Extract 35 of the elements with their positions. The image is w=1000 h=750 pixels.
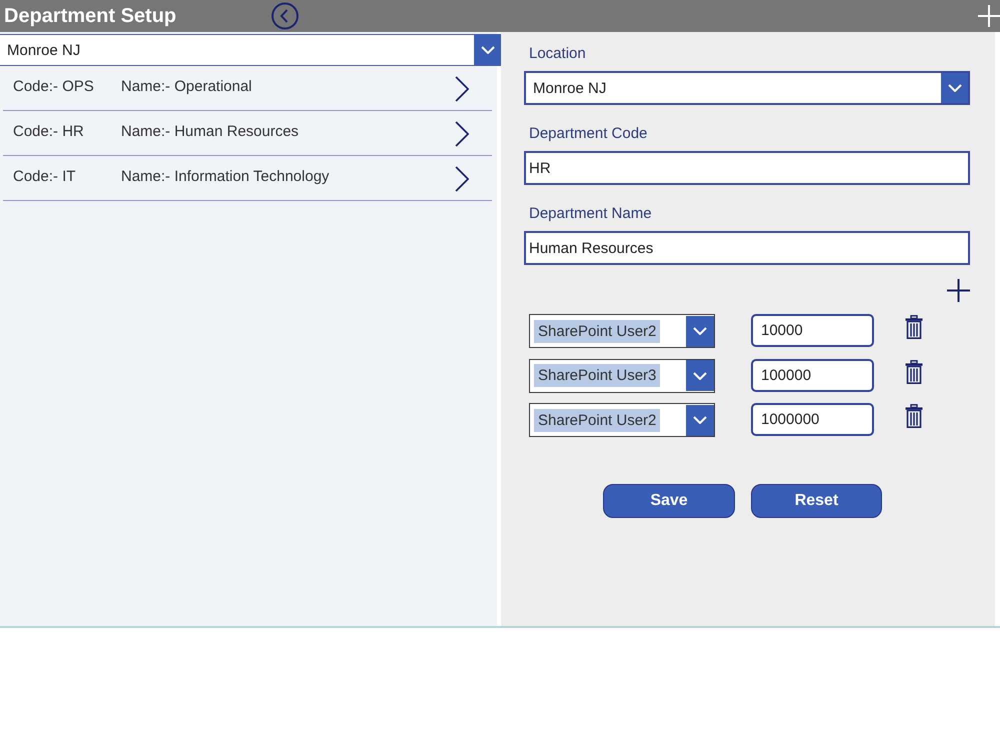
- field-label: Location: [528, 45, 587, 63]
- department-code-field[interactable]: HR: [524, 151, 970, 185]
- chevron-right-icon[interactable]: [455, 166, 469, 192]
- user-dropdown[interactable]: SharePoint User2: [529, 314, 715, 348]
- amount-field[interactable]: 10000: [751, 314, 874, 347]
- location-dropdown[interactable]: Monroe NJ: [524, 71, 970, 105]
- amount-field[interactable]: 100000: [751, 358, 874, 392]
- location-dropdown[interactable]: Monroe NJ: [0, 34, 501, 66]
- chevron-down-icon[interactable]: [686, 316, 714, 346]
- department-code-text: Code:- IT: [12, 168, 77, 185]
- department-name-text: Name:- Human Resources: [121, 123, 300, 140]
- chevron-down-icon[interactable]: [941, 73, 968, 103]
- trash-icon[interactable]: [905, 315, 923, 339]
- amount-field[interactable]: 1000000: [751, 403, 874, 436]
- department-code-text: Code:- OPS: [12, 78, 95, 95]
- field-label: Department Name: [528, 205, 653, 223]
- user-dropdown[interactable]: SharePoint User2: [529, 403, 715, 437]
- department-code-text: Code:- HR: [12, 123, 85, 140]
- department-name-text: Name:- Information Technology: [121, 168, 330, 185]
- chevron-down-icon[interactable]: [686, 360, 714, 391]
- user-dropdown[interactable]: SharePoint User3: [529, 358, 715, 392]
- save-button[interactable]: Save: [603, 484, 735, 518]
- plus-icon[interactable]: [947, 279, 970, 302]
- department-name-field[interactable]: Human Resources: [524, 231, 970, 265]
- trash-icon[interactable]: [905, 360, 923, 384]
- back-icon[interactable]: [271, 2, 299, 30]
- chevron-right-icon[interactable]: [455, 76, 469, 102]
- page-title: Department Setup: [3, 4, 176, 28]
- chevron-right-icon[interactable]: [455, 121, 469, 147]
- chevron-down-icon[interactable]: [474, 34, 501, 65]
- reset-button[interactable]: Reset: [751, 484, 882, 518]
- department-name-text: Name:- Operational: [121, 78, 253, 95]
- field-label: Department Code: [528, 125, 648, 143]
- trash-icon[interactable]: [905, 404, 923, 428]
- chevron-down-icon[interactable]: [686, 404, 714, 436]
